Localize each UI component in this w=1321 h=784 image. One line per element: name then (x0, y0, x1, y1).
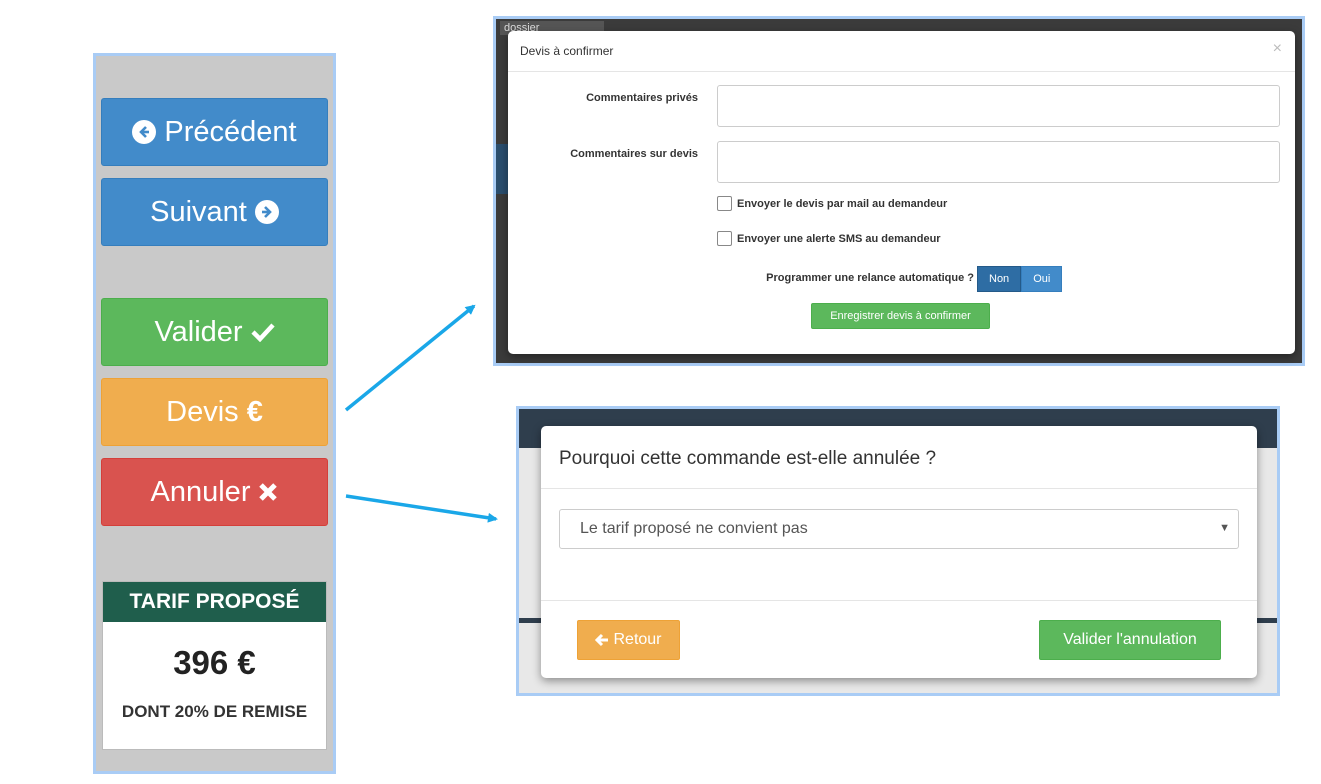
cancel-modal-divider-bottom (541, 600, 1257, 601)
email-checkbox-label: Envoyer le devis par mail au demandeur (737, 197, 948, 210)
cross-icon (259, 483, 278, 501)
devis-comments-label: Commentaires sur devis (570, 148, 698, 160)
proposed-price-value: 396 € (173, 644, 256, 681)
email-checkbox[interactable] (717, 196, 732, 211)
cancel-screenshot: Pourquoi cette commande est-elle annulée… (516, 406, 1280, 696)
background-strip (496, 144, 508, 194)
arrow-right-circle-icon (254, 200, 279, 224)
cancel-reason-select[interactable]: Le tarif proposé ne convient pas ▼ (559, 509, 1239, 549)
reminder-yes-button[interactable]: Oui (1021, 266, 1063, 292)
next-button-label: Suivant (150, 195, 247, 228)
action-sidebar: Précédent Suivant Valider Devis € Annule… (93, 53, 336, 774)
previous-button-label: Précédent (164, 115, 297, 148)
arrow-to-devis-modal (344, 304, 476, 412)
email-checkbox-row[interactable]: Envoyer le devis par mail au demandeur (717, 196, 947, 211)
devis-screenshot: dossier Devis à confirmer × Commentaires… (493, 16, 1305, 366)
save-devis-button[interactable]: Enregistrer devis à confirmer (811, 303, 990, 329)
check-icon (250, 323, 275, 342)
close-icon[interactable]: × (1273, 40, 1282, 58)
proposed-price-card: TARIF PROPOSÉ 396 € DONT 20% DE REMISE (102, 581, 327, 750)
arrow-left-icon (595, 633, 609, 647)
previous-button[interactable]: Précédent (101, 98, 328, 166)
caret-down-icon: ▼ (1219, 522, 1230, 534)
confirm-cancel-button-label: Valider l'annulation (1063, 631, 1197, 648)
back-button-label: Retour (613, 631, 662, 648)
reminder-label: Programmer une relance automatique ? (766, 272, 974, 284)
proposed-price-discount: DONT 20% DE REMISE (121, 702, 308, 721)
cancel-reason-value: Le tarif proposé ne convient pas (580, 520, 808, 537)
cancel-button-label: Annuler (150, 475, 251, 508)
devis-button-label: Devis (166, 395, 239, 428)
devis-comments-textarea[interactable] (717, 141, 1280, 183)
arrow-left-circle-icon (132, 120, 157, 144)
sms-checkbox[interactable] (717, 231, 732, 246)
cancel-reason-modal: Pourquoi cette commande est-elle annulée… (541, 426, 1257, 678)
devis-modal-header: Devis à confirmer × (508, 31, 1295, 72)
cancel-modal-title: Pourquoi cette commande est-elle annulée… (559, 448, 937, 469)
devis-modal: Devis à confirmer × Commentaires privés … (508, 31, 1295, 354)
devis-modal-title: Devis à confirmer (520, 44, 614, 58)
cancel-modal-divider-top (541, 488, 1257, 489)
validate-button-label: Valider (154, 315, 243, 348)
private-comments-label: Commentaires privés (586, 92, 698, 104)
back-button[interactable]: Retour (577, 620, 680, 660)
sms-checkbox-label: Envoyer une alerte SMS au demandeur (737, 232, 941, 245)
reminder-toggle[interactable]: Non Oui (977, 266, 1063, 292)
reminder-no-button[interactable]: Non (977, 266, 1022, 292)
arrow-to-cancel-modal (345, 494, 498, 523)
proposed-price-title: TARIF PROPOSÉ (103, 582, 326, 622)
private-comments-textarea[interactable] (717, 85, 1280, 127)
euro-icon: € (246, 395, 263, 428)
validate-button[interactable]: Valider (101, 298, 328, 366)
devis-button[interactable]: Devis € (101, 378, 328, 446)
sms-checkbox-row[interactable]: Envoyer une alerte SMS au demandeur (717, 231, 941, 246)
cancel-button[interactable]: Annuler (101, 458, 328, 526)
next-button[interactable]: Suivant (101, 178, 328, 246)
confirm-cancel-button[interactable]: Valider l'annulation (1039, 620, 1221, 660)
